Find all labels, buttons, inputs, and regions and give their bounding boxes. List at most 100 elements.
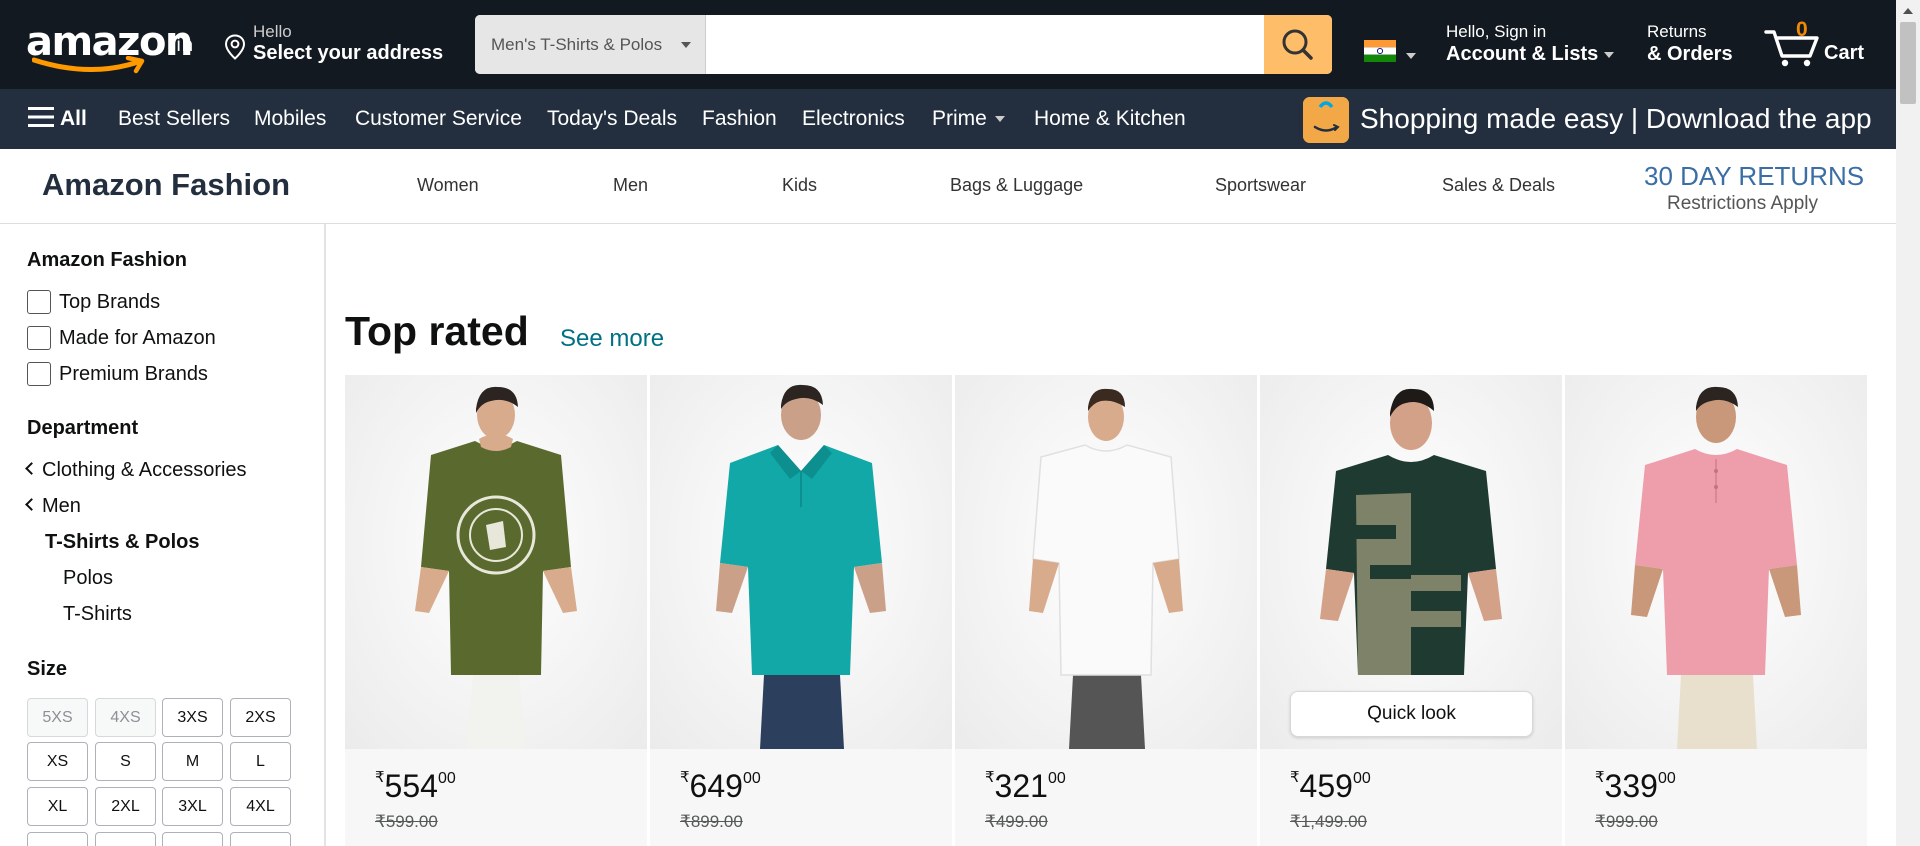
see-more-link[interactable]: See more [560, 325, 664, 353]
pink-henley-tshirt-image [1631, 386, 1801, 749]
nav-best-sellers[interactable]: Best Sellers [118, 89, 230, 149]
chevron-left-icon [25, 498, 38, 512]
returns-restrictions: Restrictions Apply [1667, 193, 1819, 214]
account-lists[interactable]: Hello, Sign in Account & Lists [1446, 22, 1615, 66]
nav-electronics[interactable]: Electronics [802, 89, 905, 149]
size-xl[interactable]: XL [27, 787, 88, 826]
returns-banner[interactable]: 30 DAY RETURNS [1644, 161, 1864, 192]
product-image[interactable] [650, 375, 952, 749]
returns-orders[interactable]: Returns & Orders [1647, 22, 1733, 66]
all-menu-button[interactable]: All [28, 89, 87, 149]
product-mrp: ₹499.00 [985, 812, 1048, 831]
product-image[interactable] [955, 375, 1257, 749]
product-price: ₹64900 [680, 768, 761, 805]
amazon-app-icon[interactable] [1303, 97, 1349, 143]
white-tshirt-image [1029, 388, 1183, 749]
india-flag-icon[interactable] [1364, 40, 1396, 62]
fashion-link-women[interactable]: Women [417, 175, 479, 196]
product-card[interactable]: ₹55400 ₹599.00 [345, 375, 647, 846]
product-card[interactable]: ₹64900 ₹899.00 [650, 375, 952, 846]
product-mrp: ₹1,499.00 [1290, 812, 1367, 831]
all-label: All [60, 107, 87, 130]
cart-count: 0 [1796, 18, 1808, 41]
fashion-link-bags-luggage[interactable]: Bags & Luggage [950, 175, 1083, 196]
fashion-link-sales-deals[interactable]: Sales & Deals [1442, 175, 1555, 196]
account-greeting: Hello, Sign in [1446, 22, 1547, 41]
size-l[interactable]: L [230, 742, 291, 781]
nav-mobiles[interactable]: Mobiles [254, 89, 326, 149]
size-2xl[interactable]: 2XL [95, 787, 156, 826]
shopping-bag-icon [1303, 97, 1349, 143]
size-3xs[interactable]: 3XS [162, 698, 223, 737]
nav-home-kitchen[interactable]: Home & Kitchen [1034, 89, 1186, 149]
dept-tshirts[interactable]: T-Shirts [63, 603, 132, 626]
product-image[interactable]: Quick look [1260, 375, 1562, 749]
location-pin-icon [224, 34, 246, 60]
page-scrollbar[interactable] [1896, 0, 1920, 846]
price-fraction: 00 [1657, 770, 1676, 787]
product-card[interactable]: ₹33900 ₹999.00 [1565, 375, 1867, 846]
product-price: ₹45900 [1290, 768, 1371, 805]
nav-customer-service[interactable]: Customer Service [355, 89, 522, 149]
price-whole: 339 [1604, 768, 1658, 804]
currency-symbol: ₹ [680, 769, 690, 786]
currency-symbol: ₹ [375, 769, 385, 786]
size-more[interactable] [95, 832, 156, 846]
filter-heading-size: Size [27, 658, 68, 680]
orders-label: & Orders [1647, 43, 1733, 65]
price-whole: 554 [384, 768, 438, 804]
size-m[interactable]: M [162, 742, 223, 781]
checkbox-label: Top Brands [59, 291, 161, 313]
checkbox[interactable] [27, 326, 51, 350]
product-mrp: ₹999.00 [1595, 812, 1658, 831]
dept-polos[interactable]: Polos [63, 567, 113, 590]
fashion-link-men[interactable]: Men [613, 175, 648, 196]
fashion-link-kids[interactable]: Kids [782, 175, 817, 196]
teal-polo-image [716, 384, 886, 749]
size-s[interactable]: S [95, 742, 156, 781]
product-price: ₹55400 [375, 768, 456, 805]
checkbox[interactable] [27, 362, 51, 386]
size-2xs[interactable]: 2XS [230, 698, 291, 737]
filter-sidebar: Amazon Fashion Top Brands Made for Amazo… [0, 224, 326, 846]
amazon-logo[interactable]: amazon .in [26, 20, 202, 74]
scroll-up-arrow-icon[interactable] [1903, 8, 1913, 14]
currency-symbol: ₹ [985, 769, 995, 786]
cart[interactable]: 0 Cart [1764, 18, 1874, 74]
fashion-title[interactable]: Amazon Fashion [42, 167, 290, 203]
language-caret-icon[interactable] [1406, 53, 1416, 59]
hamburger-menu-icon [28, 107, 54, 128]
size-more[interactable] [27, 832, 88, 846]
search-bar: Men's T-Shirts & Polos [475, 15, 1332, 74]
caret-down-icon [1604, 51, 1615, 58]
nav-prime[interactable]: Prime [932, 89, 1005, 149]
price-fraction: 00 [437, 770, 456, 787]
dept-label: Clothing & Accessories [42, 459, 247, 481]
checkbox[interactable] [27, 290, 51, 314]
quick-look-button[interactable]: Quick look [1290, 691, 1533, 737]
size-more[interactable] [230, 832, 291, 846]
product-image[interactable] [1565, 375, 1867, 749]
dept-clothing-accessories[interactable]: Clothing & Accessories [25, 459, 247, 482]
app-promo-link[interactable]: Shopping made easy | Download the app [1360, 89, 1872, 149]
size-more[interactable] [162, 832, 223, 846]
search-button[interactable] [1264, 15, 1332, 74]
product-price: ₹33900 [1595, 768, 1676, 805]
size-4xl[interactable]: 4XL [230, 787, 291, 826]
size-5xs: 5XS [27, 698, 88, 737]
product-card[interactable]: ₹32100 ₹499.00 [955, 375, 1257, 846]
search-category-select[interactable]: Men's T-Shirts & Polos [475, 15, 706, 74]
nav-fashion[interactable]: Fashion [702, 89, 777, 149]
product-image[interactable] [345, 375, 647, 749]
section-title: Top rated [345, 308, 529, 354]
size-3xl[interactable]: 3XL [162, 787, 223, 826]
size-4xs: 4XS [95, 698, 156, 737]
product-card[interactable]: Quick look ₹45900 ₹1,499.00 [1260, 375, 1562, 846]
dept-men[interactable]: Men [25, 495, 81, 518]
scroll-thumb[interactable] [1900, 22, 1916, 104]
size-xs[interactable]: XS [27, 742, 88, 781]
search-input[interactable] [706, 15, 1262, 74]
product-mrp: ₹599.00 [375, 812, 438, 831]
fashion-link-sportswear[interactable]: Sportswear [1215, 175, 1306, 196]
nav-todays-deals[interactable]: Today's Deals [547, 89, 677, 149]
